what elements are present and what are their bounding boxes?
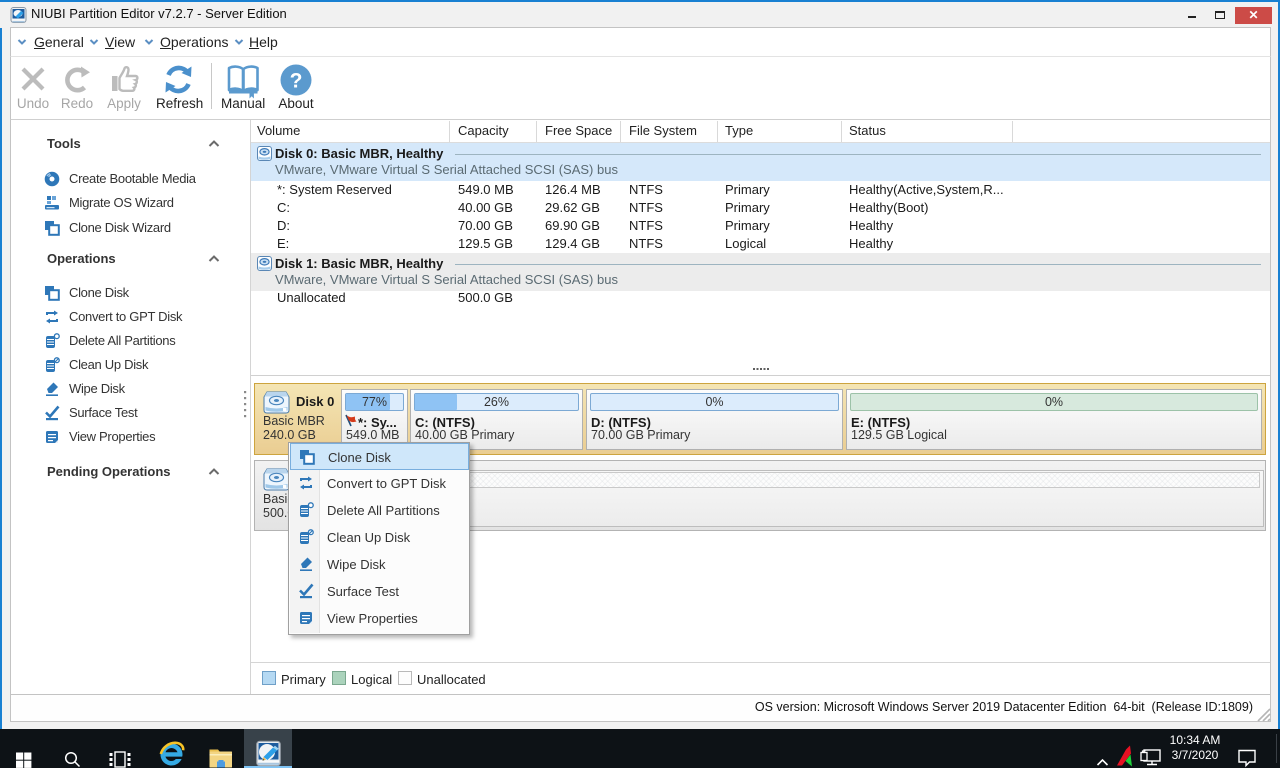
svg-text:?: ? <box>290 70 303 93</box>
